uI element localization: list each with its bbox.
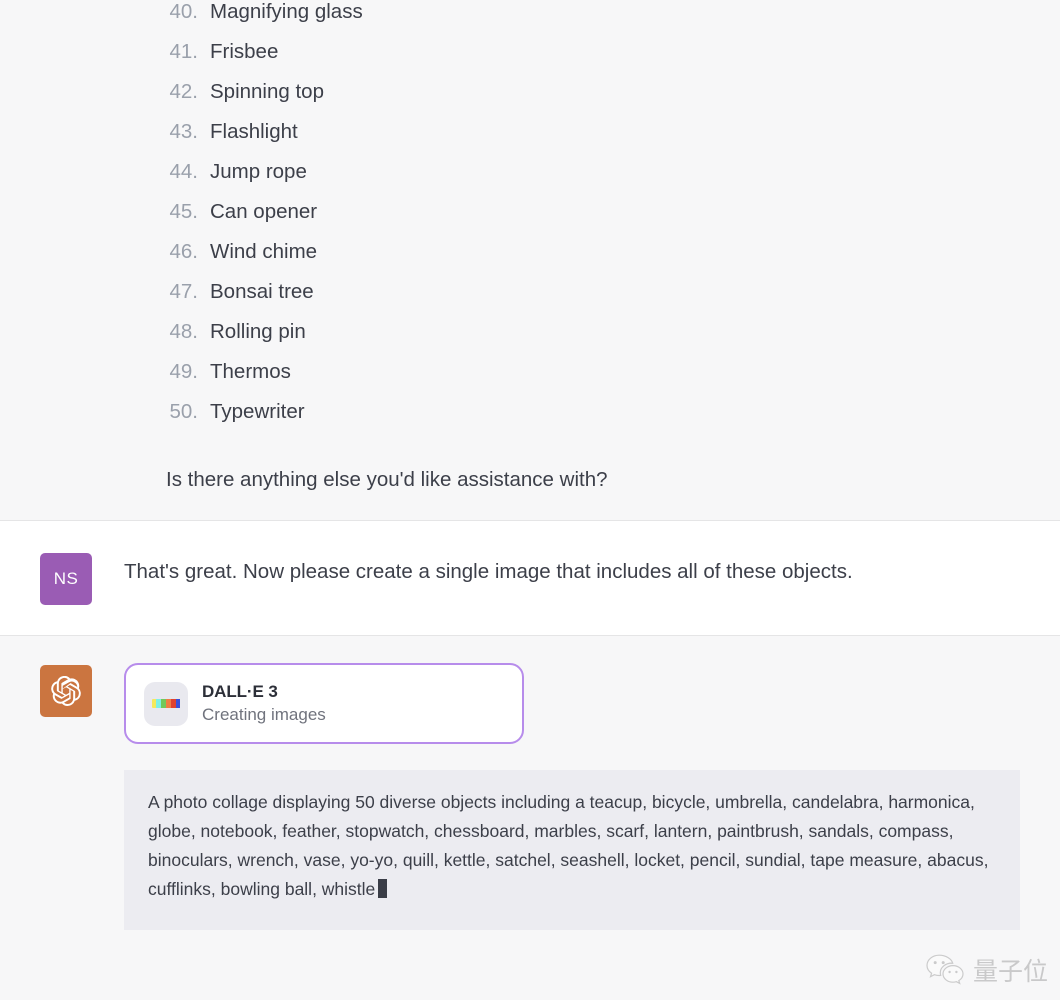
list-item-label: Magnifying glass xyxy=(210,0,363,23)
assistant-closing-line: Is there anything else you'd like assist… xyxy=(166,468,608,491)
list-item-label: Typewriter xyxy=(210,400,305,423)
list-item: 47. Bonsai tree xyxy=(164,280,1020,320)
list-item-label: Flashlight xyxy=(210,120,298,143)
list-item: 44. Jump rope xyxy=(164,160,1020,200)
user-avatar: NS xyxy=(40,553,92,605)
chat-conversation: 40. Magnifying glass 41. Frisbee 42. Spi… xyxy=(0,0,1060,931)
list-item-number: 49. xyxy=(169,360,199,383)
user-message-turn: NS That's great. Now please create a sin… xyxy=(0,520,1060,635)
list-item-number: 42. xyxy=(169,80,199,103)
wechat-icon xyxy=(926,954,964,985)
openai-logo-icon xyxy=(51,676,81,706)
list-item-label: Frisbee xyxy=(210,40,279,63)
list-item-label: Bonsai tree xyxy=(210,280,314,303)
watermark-text: 量子位 xyxy=(972,957,1048,986)
list-item-number: 48. xyxy=(169,320,199,343)
list-item: 49. Thermos xyxy=(164,360,1020,400)
list-item-label: Spinning top xyxy=(210,80,324,103)
list-item-number: 47. xyxy=(169,280,199,303)
watermark: 量子位 xyxy=(925,952,1048,988)
assistant-avatar xyxy=(40,665,92,717)
list-item-number: 43. xyxy=(169,120,199,143)
dalle-tool-card[interactable]: DALL·E 3 Creating images xyxy=(124,663,524,744)
dalle-tool-title: DALL·E 3 xyxy=(202,681,278,701)
user-message-text: That's great. Now please create a single… xyxy=(124,560,853,583)
dalle-tool-status: Creating images xyxy=(202,705,326,725)
assistant-tool-turn: DALL·E 3 Creating images A photo collage… xyxy=(0,635,1060,931)
list-item-number: 50. xyxy=(169,400,199,423)
list-item-number: 44. xyxy=(169,160,199,183)
list-item: 48. Rolling pin xyxy=(164,320,1020,360)
generated-prompt-block: A photo collage displaying 50 diverse ob… xyxy=(124,770,1020,931)
typing-caret xyxy=(378,879,388,899)
list-item: 42. Spinning top xyxy=(164,80,1020,120)
list-item: 41. Frisbee xyxy=(164,40,1020,80)
list-item: 46. Wind chime xyxy=(164,240,1020,280)
assistant-message-list-turn: 40. Magnifying glass 41. Frisbee 42. Spi… xyxy=(0,0,1060,520)
generated-prompt-text: A photo collage displaying 50 diverse ob… xyxy=(148,792,989,900)
dalle-color-swatches xyxy=(151,699,181,708)
list-item-label: Jump rope xyxy=(210,160,307,183)
list-item-number: 45. xyxy=(169,200,199,223)
list-item-label: Thermos xyxy=(210,360,291,383)
list-item-number: 46. xyxy=(169,240,199,263)
object-list: 40. Magnifying glass 41. Frisbee 42. Spi… xyxy=(164,0,1020,440)
list-item-label: Can opener xyxy=(210,200,318,223)
list-item: 43. Flashlight xyxy=(164,120,1020,160)
list-item: 45. Can opener xyxy=(164,200,1020,240)
dalle-swatches-icon xyxy=(144,681,188,726)
list-item-label: Wind chime xyxy=(210,240,318,263)
list-item-number: 40. xyxy=(169,0,199,23)
list-item-number: 41. xyxy=(169,40,199,63)
list-item: 50. Typewriter xyxy=(164,400,1020,440)
list-item: 40. Magnifying glass xyxy=(164,0,1020,40)
user-avatar-initials: NS xyxy=(53,569,79,588)
list-item-label: Rolling pin xyxy=(210,320,306,343)
